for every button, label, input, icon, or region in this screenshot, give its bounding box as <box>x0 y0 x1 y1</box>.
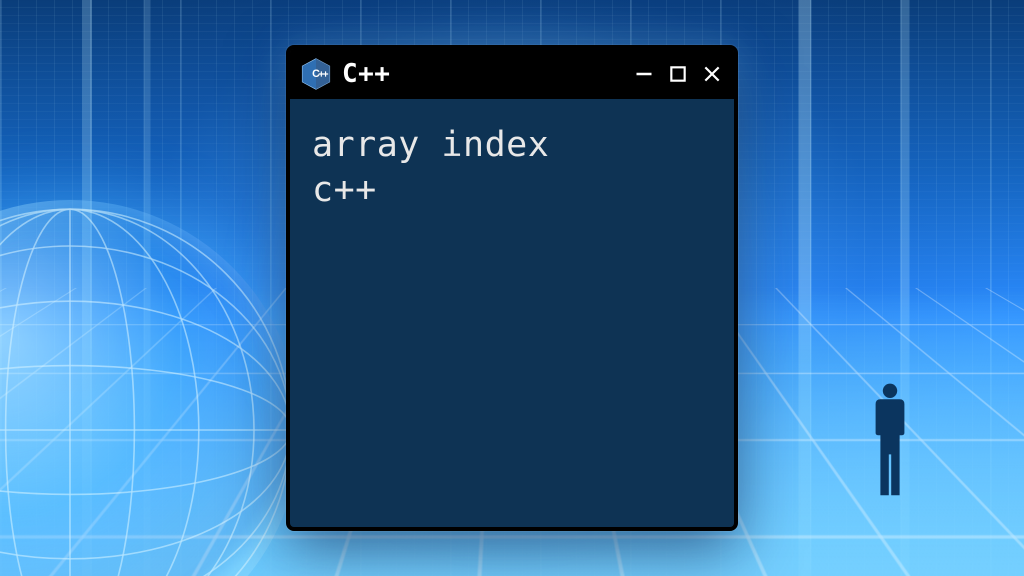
silhouette-figure <box>866 380 914 500</box>
maximize-button[interactable] <box>666 62 690 86</box>
code-line-2: c++ <box>312 168 712 213</box>
close-button[interactable] <box>700 62 724 86</box>
cpp-hex-icon: C <box>298 56 334 92</box>
window-client-area: array index c++ <box>290 99 734 527</box>
app-window: C C++ array index c++ <box>286 45 738 531</box>
code-line-1: array index <box>312 123 712 168</box>
titlebar[interactable]: C C++ <box>290 49 734 99</box>
minimize-button[interactable] <box>632 62 656 86</box>
wireframe-globe <box>0 200 300 576</box>
window-title: C++ <box>342 59 390 89</box>
window-controls <box>632 62 724 86</box>
